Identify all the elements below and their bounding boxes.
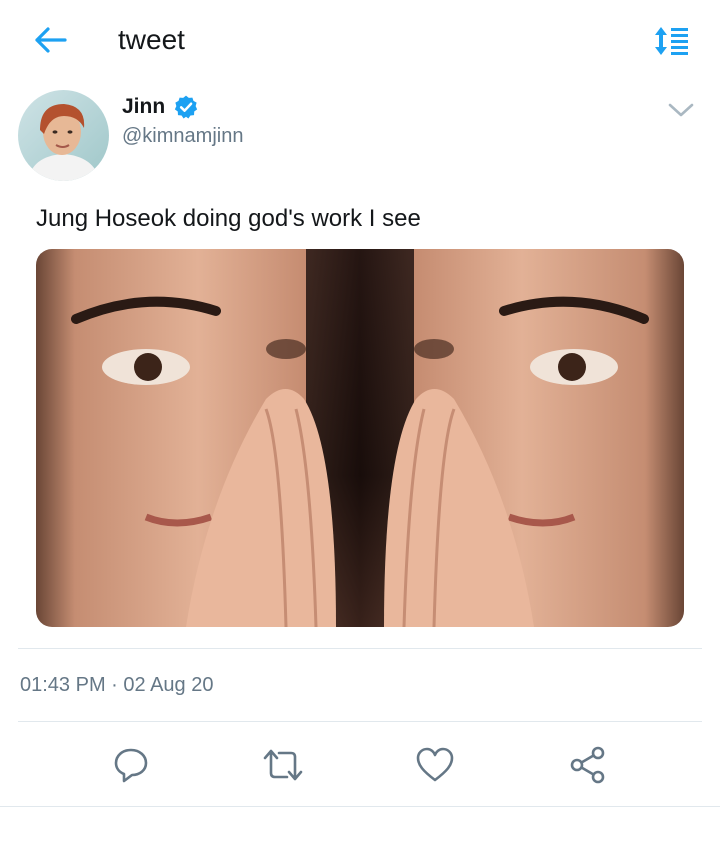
chevron-down-icon — [668, 103, 694, 117]
heart-icon — [416, 747, 454, 782]
tweet-media-image[interactable] — [36, 249, 684, 627]
author-handle[interactable]: @kimnamjinn — [122, 125, 243, 148]
like-button[interactable] — [410, 735, 460, 795]
mirrored-face-photo — [36, 249, 684, 627]
divider — [18, 721, 702, 722]
tweet-actions-bar — [0, 735, 720, 795]
reply-button[interactable] — [106, 735, 156, 795]
avatar-photo — [18, 90, 109, 181]
author-name-row: Jinn — [122, 94, 199, 120]
retweet-icon — [263, 749, 303, 781]
reply-icon — [114, 748, 148, 783]
sort-icon — [655, 27, 688, 55]
author-avatar[interactable] — [18, 90, 109, 181]
sort-button[interactable] — [652, 24, 692, 58]
back-button[interactable] — [30, 22, 70, 58]
divider — [0, 806, 720, 807]
verified-badge-icon — [175, 95, 198, 119]
tweet-options-button[interactable] — [664, 96, 698, 124]
author-name[interactable]: Jinn — [122, 95, 165, 119]
tweet-text: Jung Hoseok doing god's work I see — [36, 205, 421, 232]
page-title: tweet — [118, 24, 185, 55]
share-icon — [570, 746, 605, 784]
divider — [18, 648, 702, 649]
share-button[interactable] — [563, 735, 613, 795]
back-arrow-icon — [35, 27, 67, 53]
app-header: tweet — [0, 0, 720, 82]
retweet-button[interactable] — [258, 735, 308, 795]
tweet-timestamp: 01:43 PM · 02 Aug 20 — [20, 674, 214, 696]
